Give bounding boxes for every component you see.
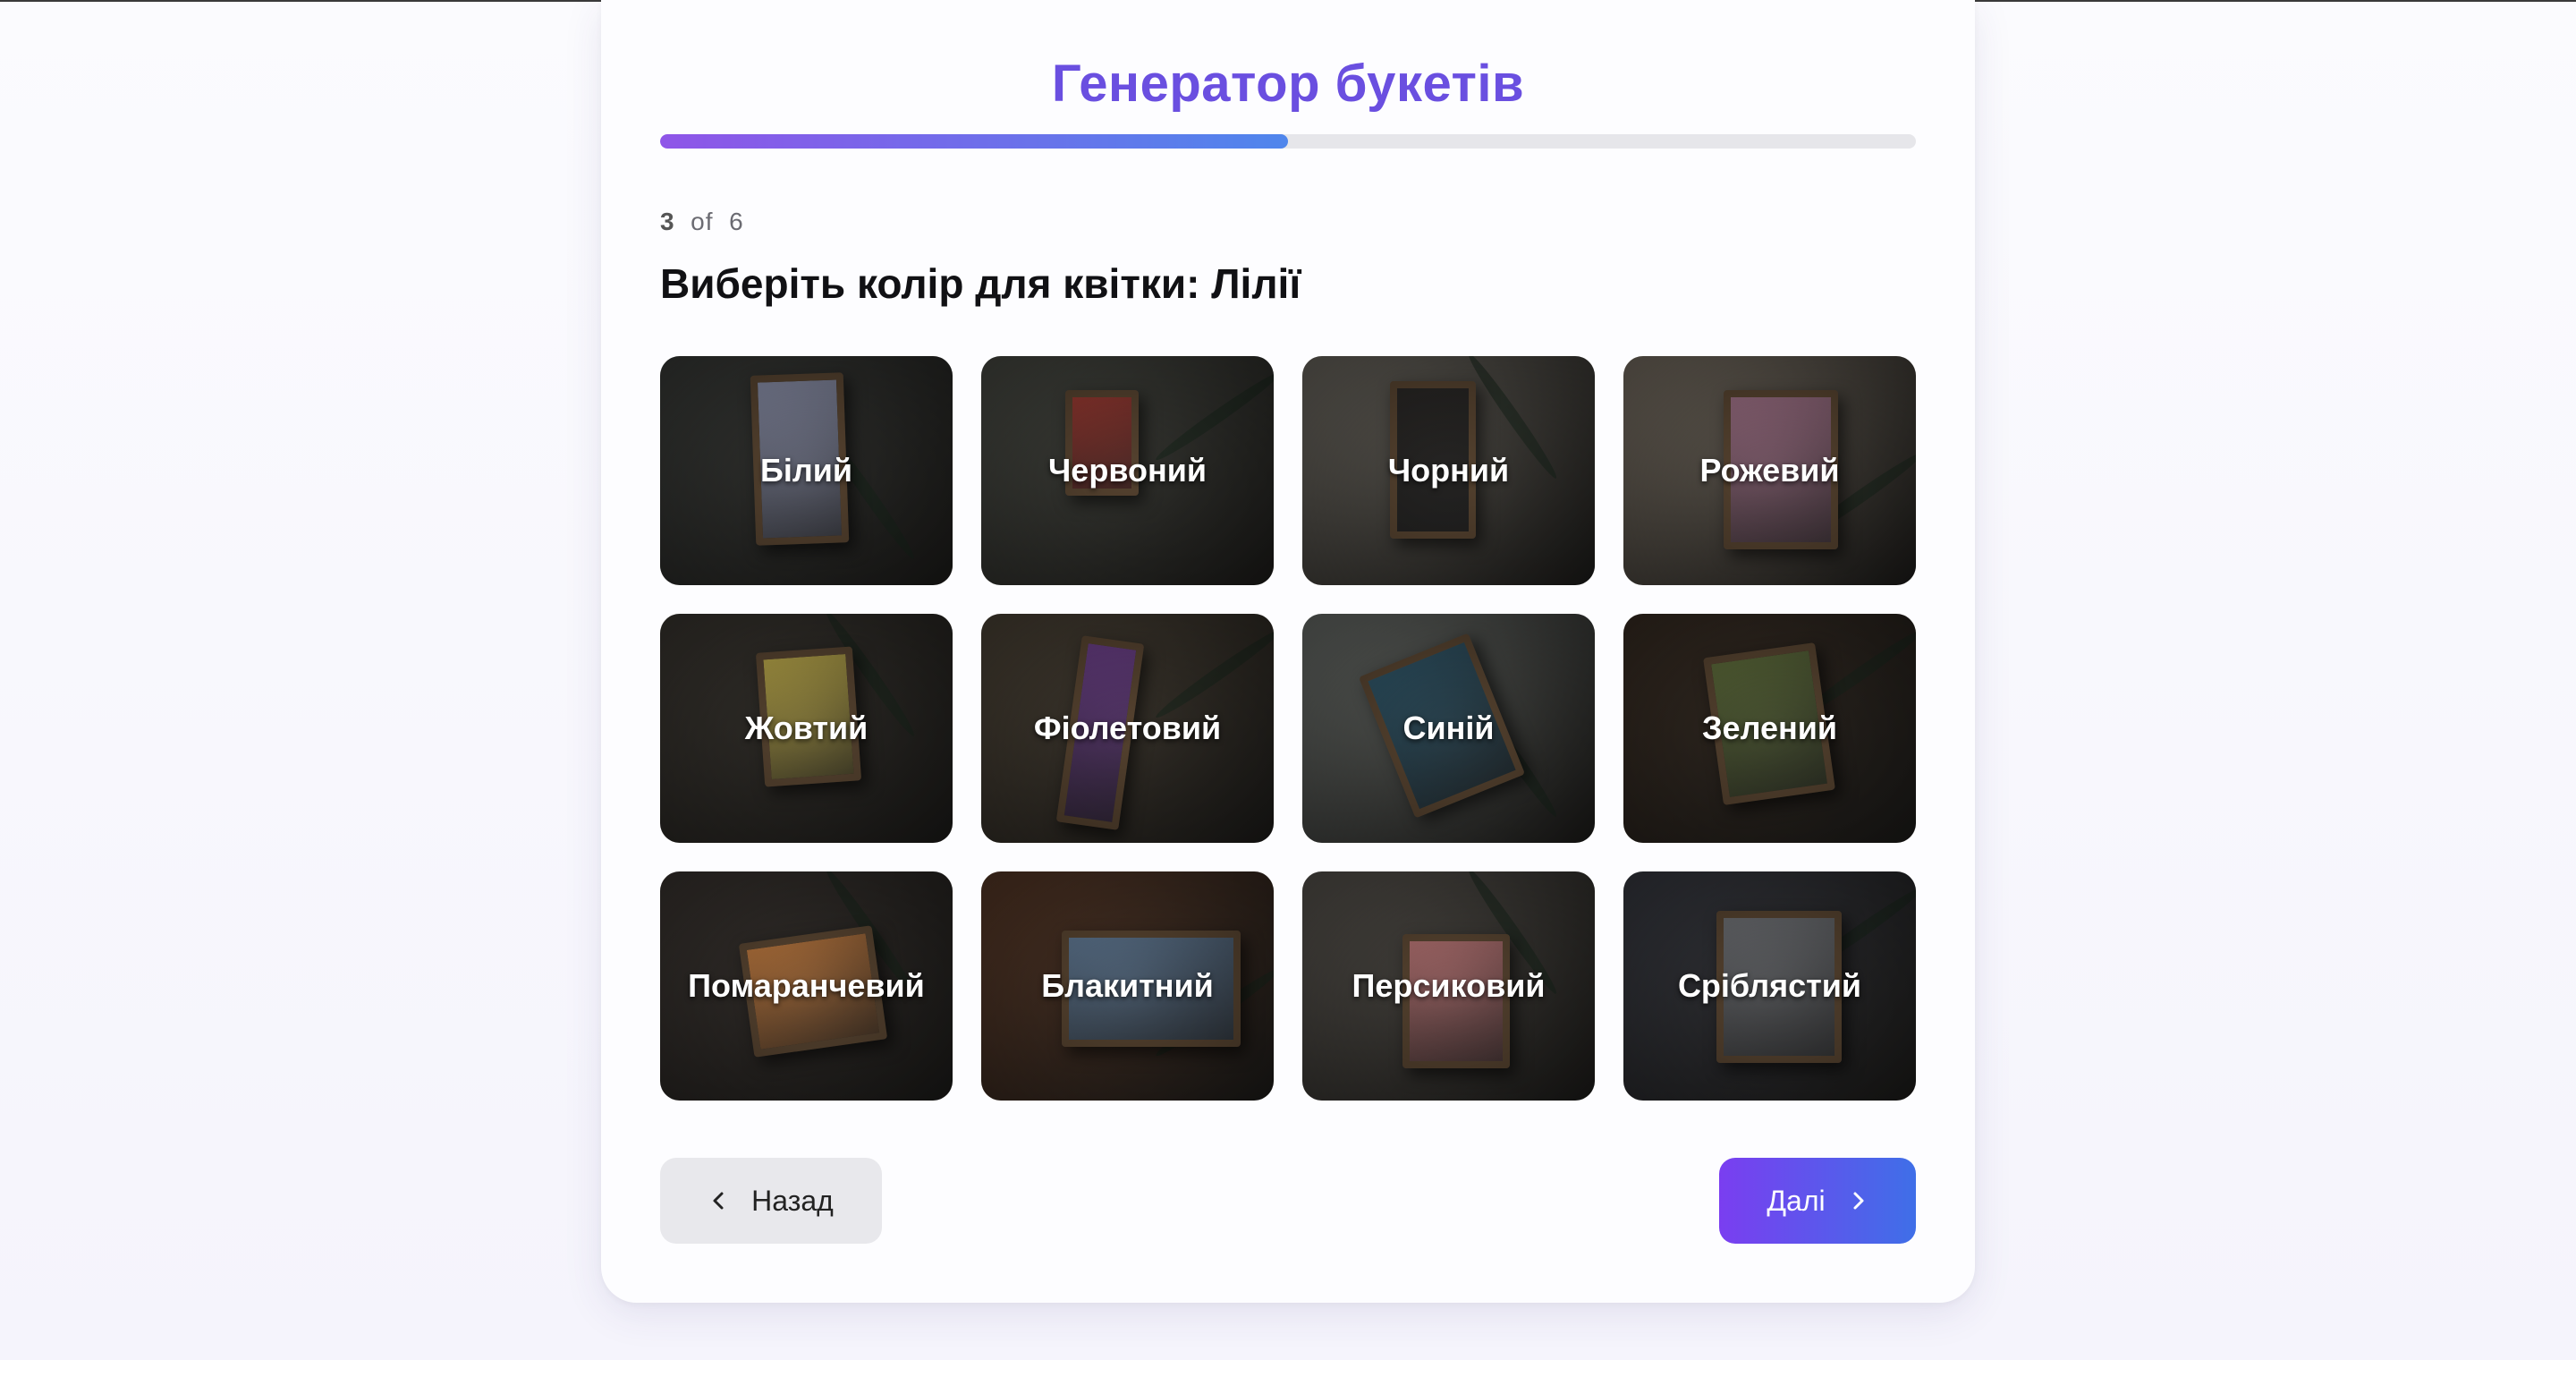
color-option-label: Сріблястий — [1677, 967, 1862, 1004]
color-option-label: Жовтий — [744, 710, 869, 746]
color-option-tile[interactable]: Білий — [660, 356, 953, 585]
color-option-tile[interactable]: Червоний — [981, 356, 1274, 585]
step-current: 3 — [660, 208, 675, 235]
back-button[interactable]: Назад — [660, 1158, 882, 1244]
next-button[interactable]: Далі — [1719, 1158, 1916, 1244]
progress-bar — [660, 134, 1916, 149]
color-option-label: Білий — [759, 452, 852, 489]
next-button-label: Далі — [1767, 1184, 1826, 1217]
color-option-tile[interactable]: Синій — [1302, 614, 1595, 843]
chevron-right-icon — [1853, 1192, 1864, 1210]
progress-bar-fill — [660, 134, 1288, 149]
step-of: of — [691, 208, 714, 235]
color-option-label: Персиковий — [1352, 967, 1546, 1004]
color-option-tile[interactable]: Помаранчевий — [660, 871, 953, 1101]
color-option-label: Рожевий — [1699, 452, 1840, 489]
color-option-tile[interactable]: Сріблястий — [1623, 871, 1916, 1101]
color-option-label: Фіолетовий — [1033, 710, 1222, 746]
step-total: 6 — [729, 208, 744, 235]
color-option-tile[interactable]: Фіолетовий — [981, 614, 1274, 843]
color-option-tile[interactable]: Чорний — [1302, 356, 1595, 585]
color-option-label: Зелений — [1702, 710, 1837, 746]
question-heading: Виберіть колір для квітки: Лілії — [660, 260, 1301, 307]
color-option-label: Помаранчевий — [688, 967, 925, 1004]
color-option-tile[interactable]: Рожевий — [1623, 356, 1916, 585]
color-option-label: Червоний — [1048, 452, 1207, 489]
wizard-card: Генератор букетів 3 of 6 Виберіть колір … — [601, 0, 1975, 1303]
color-option-label: Блакитний — [1041, 967, 1214, 1004]
chevron-left-icon — [713, 1192, 724, 1210]
back-button-label: Назад — [751, 1184, 834, 1217]
color-option-tile[interactable]: Блакитний — [981, 871, 1274, 1101]
app-title: Генератор букетів — [1051, 55, 1525, 113]
color-option-tile[interactable]: Персиковий — [1302, 871, 1595, 1101]
color-option-label: Чорний — [1387, 452, 1510, 489]
step-counter: 3 of 6 — [660, 208, 744, 236]
color-option-label: Синій — [1402, 710, 1495, 746]
color-option-tile[interactable]: Зелений — [1623, 614, 1916, 843]
color-option-tile[interactable]: Жовтий — [660, 614, 953, 843]
color-options-grid: Білий Червоний Чорний Рожевий Жовтий Фіолетов… — [660, 356, 1916, 1101]
page-footer — [0, 1360, 2576, 1394]
